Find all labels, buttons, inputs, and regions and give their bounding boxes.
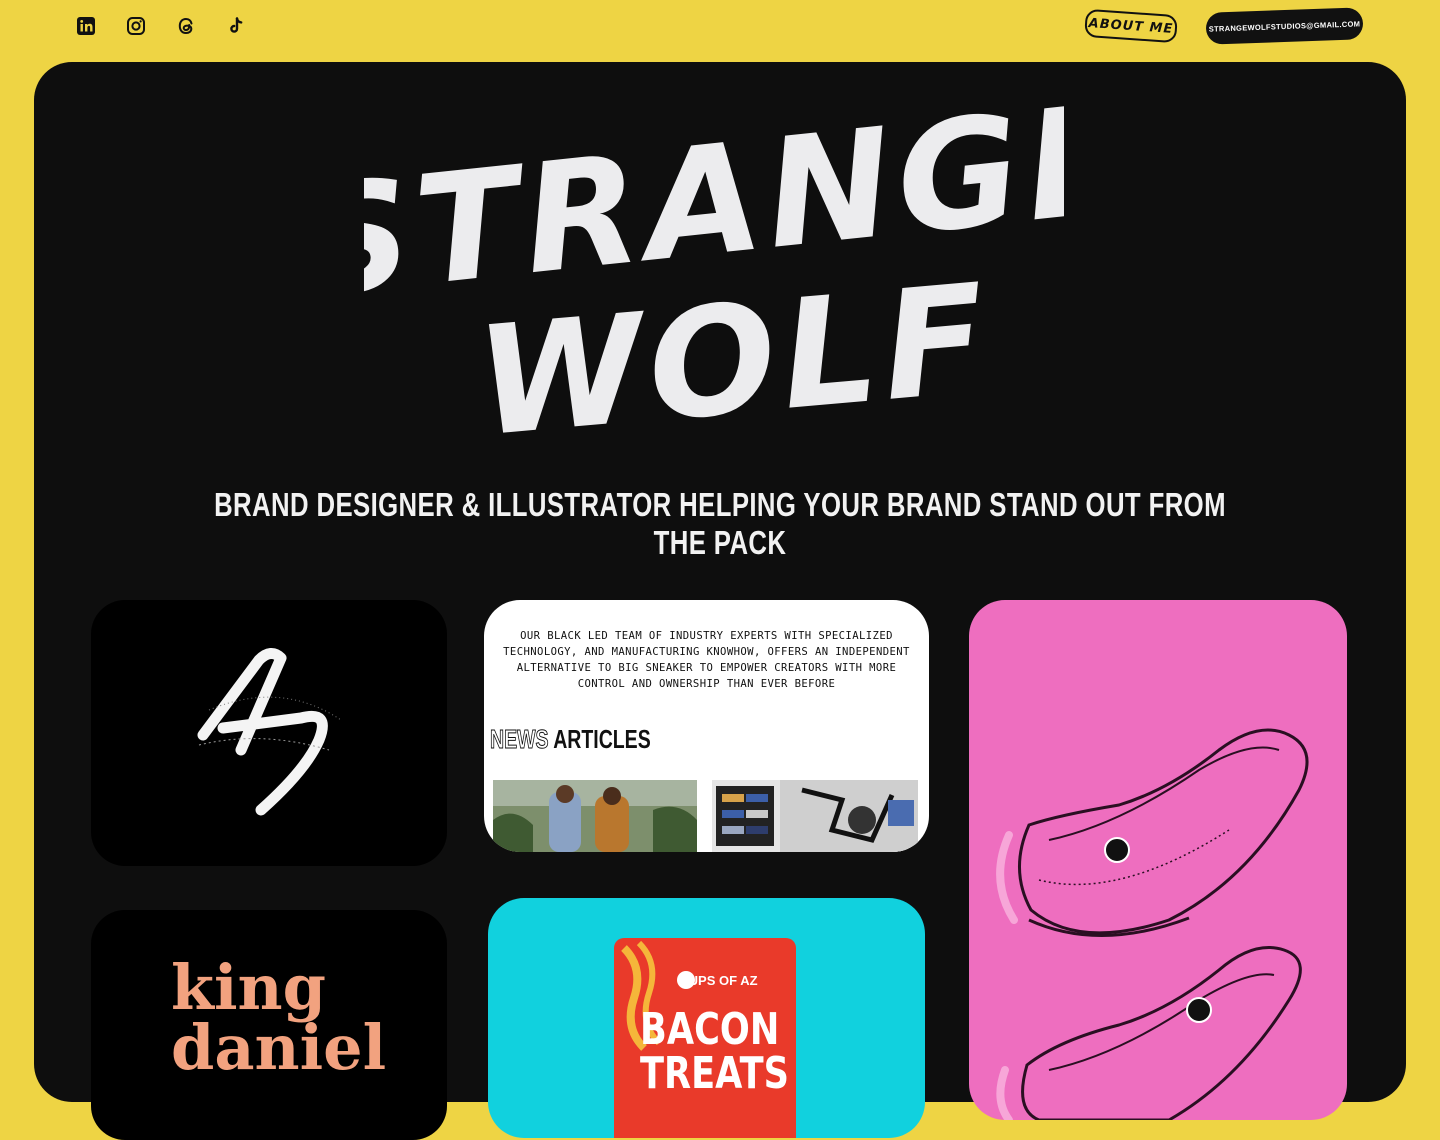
treat-bag: PUPS OF AZ BACON TREATS [614,938,796,1138]
threads-icon[interactable] [174,14,198,38]
news-heading-outline: NEWS [490,724,549,755]
project-card-king-daniel[interactable]: king daniel [91,910,447,1140]
project-card-clogs[interactable] [969,600,1347,1120]
strange-wolf-logo: STRANGE WOLF [364,92,1064,452]
project-card-monogram[interactable] [91,600,447,866]
tiktok-icon[interactable] [224,14,248,38]
king-daniel-wordmark: king daniel [171,951,387,1084]
article-thumbnail[interactable] [712,780,918,852]
instagram-icon[interactable] [124,14,148,38]
news-articles-heading: NEWS ARTICLES [490,724,651,755]
linkedin-icon[interactable] [74,14,98,38]
news-heading-solid: ARTICLES [553,724,651,754]
email-button[interactable]: STRANGEWOLFSTUDIOS@GMAIL.COM [1205,7,1364,45]
project-card-bacon-treats[interactable]: PUPS OF AZ BACON TREATS [488,898,925,1138]
monogram-logo [197,648,342,816]
tagline: BRAND DESIGNER & ILLUSTRATOR HELPING YOU… [214,486,1226,561]
king-daniel-line1: king [171,951,326,1024]
mission-text: OUR BLACK LED TEAM OF INDUSTRY EXPERTS W… [503,630,910,690]
article-thumbnail[interactable] [493,780,697,852]
clog-illustration [996,728,1309,1120]
king-daniel-line2: daniel [171,1011,387,1084]
main-panel: STRANGE WOLF BRAND DESIGNER & ILLUSTRATO… [34,62,1406,1140]
about-me-button[interactable]: ABOUT ME [1084,8,1178,44]
social-links [74,14,248,38]
bag-title: BACON TREATS [640,1004,790,1099]
project-card-sneaker-site[interactable]: OUR BLACK LED TEAM OF INDUSTRY EXPERTS W… [484,600,929,852]
bag-brand: PUPS OF AZ [680,973,758,988]
